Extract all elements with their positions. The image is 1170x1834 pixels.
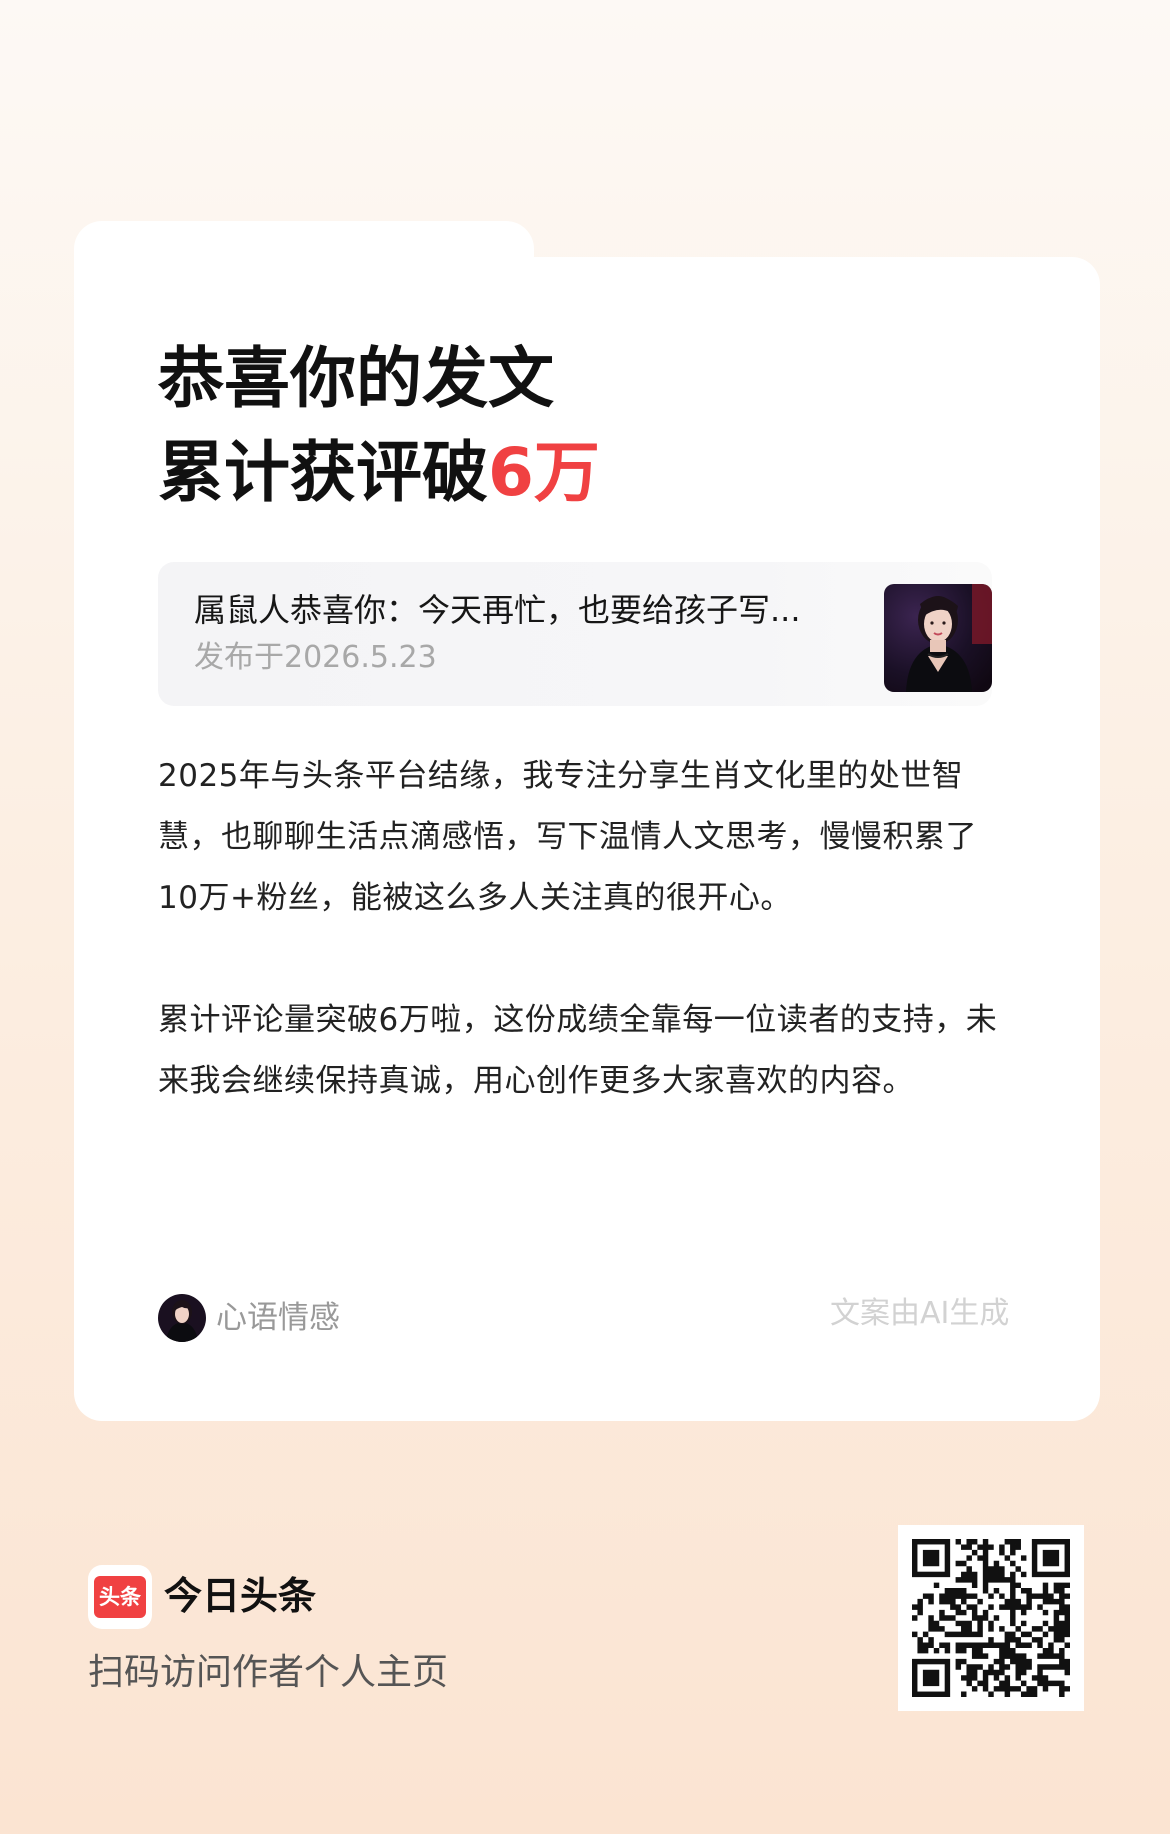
article-thumbnail xyxy=(884,584,992,692)
article-title: 属鼠人恭喜你：今天再忙，也要给孩子写... xyxy=(194,591,801,629)
qr-finder-pattern xyxy=(922,1669,940,1687)
headline-line-2: 累计获评破6万 xyxy=(158,426,600,520)
portrait-image xyxy=(884,584,992,692)
headline-highlight-number: 6万 xyxy=(488,434,600,511)
post-paragraph-1: 2025年与头条平台结缘，我专注分享生肖文化里的处世智慧，也聊聊生活点滴感悟，写… xyxy=(158,758,977,916)
scan-instruction: 扫码访问作者个人主页 xyxy=(88,1652,449,1693)
qr-finder-pattern xyxy=(922,1549,940,1567)
qr-finder-pattern xyxy=(1042,1549,1060,1567)
qr-code xyxy=(898,1525,1084,1711)
headline-line-2-text: 累计获评破 xyxy=(158,434,488,511)
post-paragraph-2: 累计评论量突破6万啦，这份成绩全靠每一位读者的支持，未来我会继续保持真诚，用心创… xyxy=(158,1002,998,1099)
toutiao-logo-icon: 头条 xyxy=(94,1576,146,1618)
qr-code-icon xyxy=(912,1539,1070,1697)
author-avatar-image xyxy=(158,1294,206,1342)
author-avatar[interactable] xyxy=(158,1294,206,1342)
headline-line-1: 恭喜你的发文 xyxy=(158,340,554,417)
brand-name: 今日头条 xyxy=(164,1574,317,1618)
toutiao-logo: 头条 xyxy=(88,1565,152,1629)
article-date: 发布于2026.5.23 xyxy=(194,640,437,675)
ai-generated-note: 文案由AI生成 xyxy=(830,1296,1010,1331)
achievement-headline: 恭喜你的发文 累计获评破6万 xyxy=(158,332,600,520)
article-preview[interactable]: 属鼠人恭喜你：今天再忙，也要给孩子写... 发布于2026.5.23 xyxy=(158,562,992,706)
author-name[interactable]: 心语情感 xyxy=(216,1296,340,1340)
